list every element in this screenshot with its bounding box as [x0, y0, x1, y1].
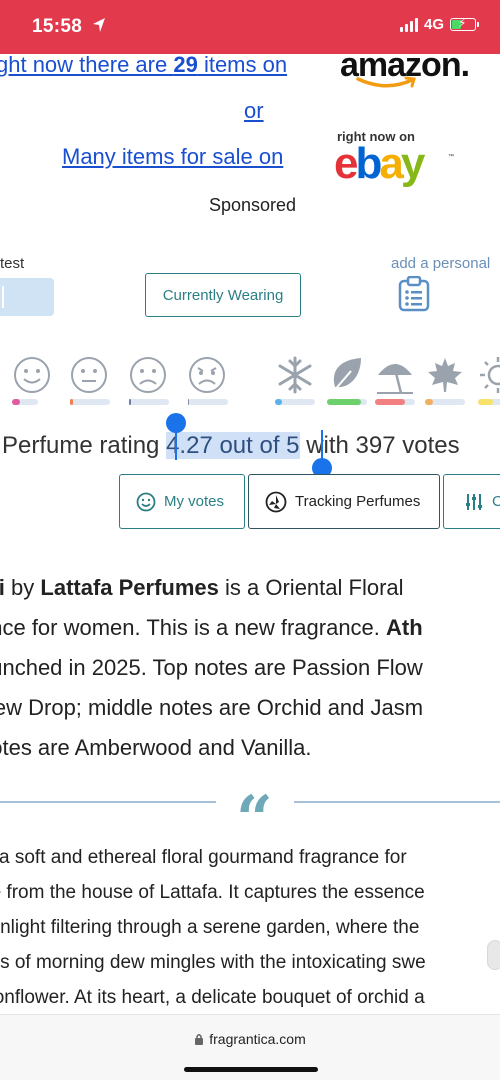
description-by: by — [4, 575, 41, 600]
location-arrow-icon — [93, 18, 105, 32]
ebay-logo-y: y — [400, 139, 426, 188]
review-line: ne from the house of Lattafa. It capture… — [0, 882, 425, 903]
umbrella-icon[interactable] — [375, 355, 415, 395]
home-indicator[interactable] — [184, 1067, 318, 1072]
review-line: sionflower. At its heart, a delicate bou… — [0, 987, 425, 1008]
review-line: sunlight filtering through a serene gard… — [0, 917, 420, 938]
ebay-logo-b: b — [355, 139, 382, 188]
ebay-logo[interactable]: ebay — [334, 139, 426, 188]
collection-toggle[interactable] — [0, 278, 54, 316]
ebay-logo-a: a — [379, 139, 404, 188]
description-text-2: ance for women. This is a new fragrance. — [0, 615, 387, 640]
rating-selected-text[interactable]: 4.27 out of 5 — [166, 432, 300, 459]
description-text-1: is a Oriental Floral — [218, 575, 404, 600]
my-votes-label: My votes — [164, 493, 225, 510]
dislike-bar — [188, 399, 228, 405]
ok-bar — [129, 399, 169, 405]
status-time: 15:58 — [32, 16, 83, 37]
like-bar — [70, 399, 110, 405]
sun-icon[interactable] — [478, 355, 500, 395]
hate-face-icon[interactable] — [188, 356, 226, 394]
signal-icon — [399, 17, 418, 32]
domain-label: fragrantica.com — [209, 1031, 306, 1047]
description-line-5: notes are Amberwood and Vanilla. — [0, 735, 312, 760]
winter-bar — [275, 399, 315, 405]
description-line-1: eri by Lattafa Perfumes is a Oriental Fl… — [0, 568, 500, 608]
currently-wearing-button[interactable]: Currently Wearing — [145, 273, 301, 317]
ebay-trademark: ™ — [448, 154, 454, 160]
selection-start-caret — [175, 430, 177, 460]
network-type: 4G — [423, 16, 444, 33]
my-votes-button[interactable]: My votes — [119, 474, 245, 529]
snowflake-icon[interactable] — [275, 355, 315, 395]
collection-label: test — [0, 255, 25, 272]
description-line-4: Dew Drop; middle notes are Orchid and Ja… — [0, 695, 424, 720]
address-text: fragrantica.com — [0, 1031, 500, 1047]
tracking-perfumes-button[interactable]: Tracking Perfumes — [248, 474, 440, 529]
amazon-count: 29 — [173, 52, 198, 77]
scroll-handle[interactable] — [487, 940, 500, 970]
battery-charging-icon: ⚡ — [450, 16, 479, 31]
tracking-label: Tracking Perfumes — [295, 493, 421, 510]
review-line: is a soft and ethereal floral gourmand f… — [0, 847, 407, 868]
day-bar — [478, 399, 500, 405]
ebay-offer-link[interactable]: Many items for sale on — [62, 144, 283, 170]
perfume-description: eri by Lattafa Perfumes is a Oriental Fl… — [0, 568, 500, 768]
selection-end-caret — [321, 430, 323, 460]
like-face-icon[interactable] — [70, 356, 108, 394]
tracking-icon — [265, 491, 287, 512]
fall-bar — [425, 399, 465, 405]
review-line: ess of morning dew mingles with the into… — [0, 952, 426, 973]
summer-bar — [375, 399, 415, 405]
or-link[interactable]: or — [244, 98, 264, 124]
compare-label: C — [492, 493, 500, 510]
amazon-smile-icon — [356, 76, 416, 88]
rating-prefix: Perfume rating — [2, 432, 167, 459]
add-personal-note-link[interactable]: add a personal — [391, 255, 490, 272]
ok-face-icon[interactable] — [129, 356, 167, 394]
leaf-icon[interactable] — [327, 355, 367, 395]
amazon-offer-link[interactable]: ght now there are 29 items on — [0, 52, 287, 78]
amazon-prefix: ght now there are — [0, 52, 174, 77]
description-line-2: ance for women. This is a new fragrance.… — [0, 608, 500, 648]
divider-left — [0, 801, 216, 803]
clipboard-icon[interactable] — [398, 276, 430, 312]
lock-icon — [195, 1034, 204, 1045]
amazon-suffix: items on — [197, 52, 288, 77]
compare-button[interactable]: C — [443, 474, 500, 529]
maple-leaf-icon[interactable] — [425, 355, 465, 395]
love-bar — [12, 399, 38, 405]
description-name-2: Ath — [386, 615, 423, 640]
ebay-logo-e: e — [334, 139, 359, 188]
sponsored-label: Sponsored — [209, 195, 297, 215]
sliders-icon — [466, 493, 482, 510]
love-face-icon[interactable] — [13, 356, 51, 394]
rating-suffix: with 397 votes — [299, 432, 460, 459]
description-line-3: aunched in 2025. Top notes are Passion F… — [0, 655, 423, 680]
perfume-rating: Perfume rating 4.27 out of 5 with 397 vo… — [2, 432, 460, 460]
review-text: is a soft and ethereal floral gourmand f… — [0, 840, 500, 1015]
spring-bar — [327, 399, 367, 405]
brand-link[interactable]: Lattafa Perfumes — [40, 575, 219, 600]
smile-icon — [136, 492, 156, 511]
divider-right — [294, 801, 500, 803]
